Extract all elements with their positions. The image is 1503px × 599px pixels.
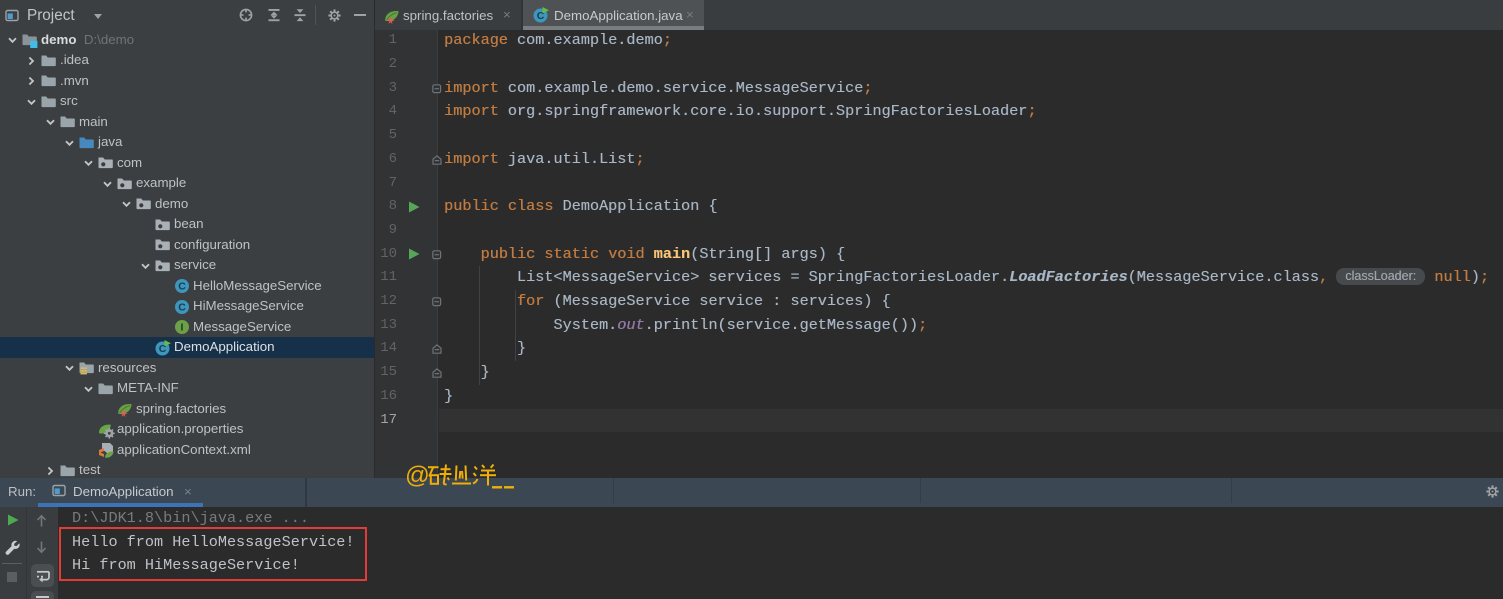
svg-text:C: C (178, 281, 186, 293)
svg-text:C: C (178, 301, 186, 313)
svg-text:I: I (181, 322, 184, 334)
